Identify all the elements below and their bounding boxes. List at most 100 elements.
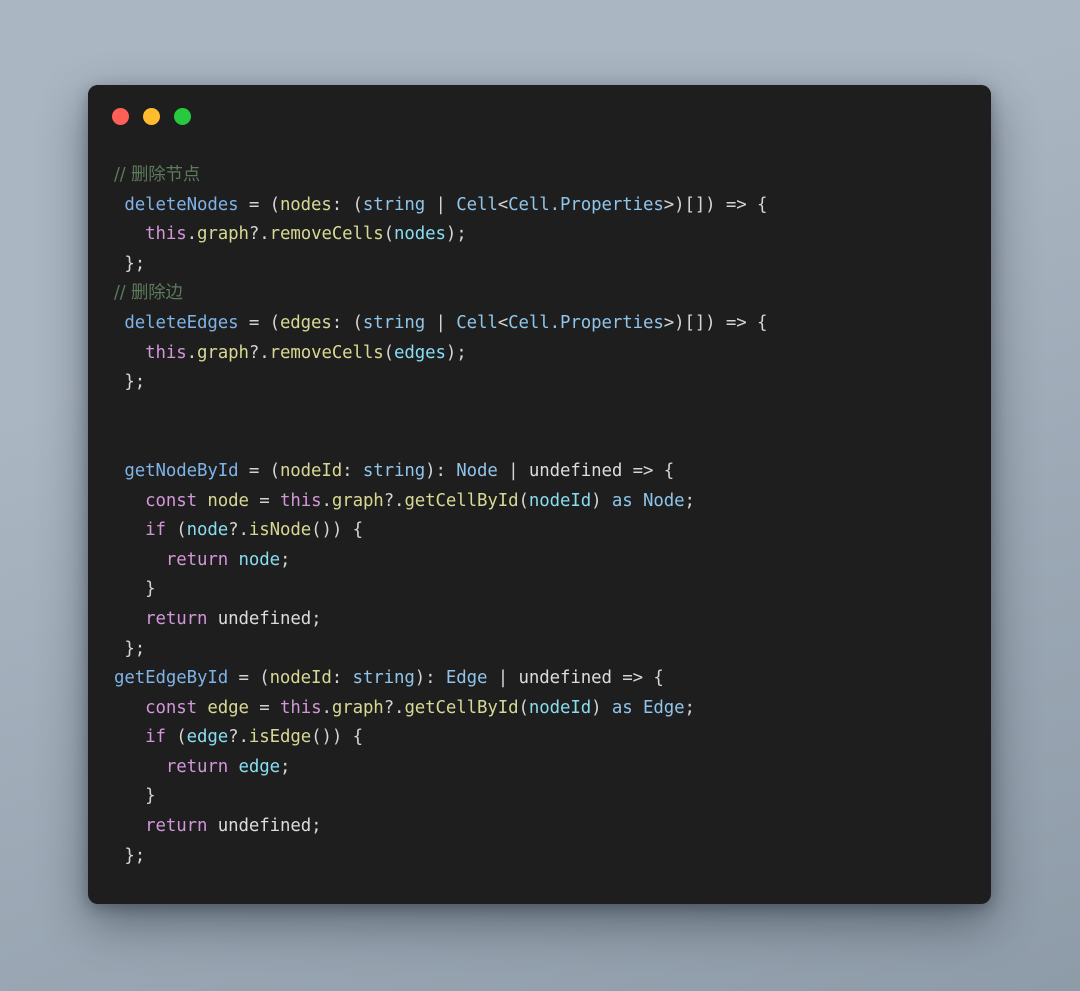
code-token: nodeId — [528, 697, 592, 718]
code-line: deleteNodes = (nodes: (string | Cell<Cel… — [88, 191, 991, 221]
code-token: graph — [331, 490, 384, 511]
code-line: const node = this.graph?.getCellById(nod… — [88, 487, 991, 517]
code-token: >)[]) => { — [663, 194, 768, 215]
code-token: ?. — [248, 342, 270, 363]
code-token: = ( — [238, 460, 280, 481]
code-token: getCellById — [404, 697, 519, 718]
code-token: string — [352, 668, 415, 689]
code-token: < — [497, 312, 509, 333]
code-token: | — [497, 460, 529, 481]
close-button-icon[interactable] — [112, 107, 129, 125]
code-token: : ( — [331, 312, 363, 333]
code-token: | — [487, 668, 519, 689]
code-token: deleteNodes — [124, 194, 239, 215]
code-line: return undefined; — [88, 605, 991, 635]
code-token: ( — [383, 342, 395, 363]
code-token: return — [165, 549, 229, 570]
code-token: . — [321, 697, 332, 718]
minimize-button-icon[interactable] — [143, 107, 160, 125]
code-token: as — [611, 697, 633, 718]
code-token: ): — [414, 668, 446, 689]
code-token: = ( — [238, 312, 280, 333]
code-token: string — [362, 194, 426, 215]
code-line: }; — [88, 250, 991, 280]
maximize-button-icon[interactable] — [174, 107, 191, 125]
code-token: edge — [186, 727, 229, 748]
code-token: if — [145, 727, 166, 748]
code-token: ) — [591, 697, 612, 718]
code-token: deleteEdges — [124, 312, 239, 333]
code-token: ?. — [248, 224, 270, 245]
code-line: deleteEdges = (edges: (string | Cell<Cel… — [88, 309, 991, 339]
code-token: ; — [684, 490, 695, 511]
code-editor[interactable]: // 删除节点 deleteNodes = (nodes: (string | … — [88, 147, 991, 871]
code-line: getNodeById = (nodeId: string): Node | u… — [88, 457, 991, 487]
code-line: this.graph?.removeCells(edges); — [88, 339, 991, 369]
code-token: => { — [611, 668, 664, 689]
code-token: nodes — [279, 194, 332, 215]
code-token: edge — [238, 756, 280, 777]
code-token: ?. — [228, 520, 249, 541]
code-token: nodeId — [279, 460, 343, 481]
code-line: if (node?.isNode()) { — [88, 516, 991, 546]
code-line: const edge = this.graph?.getCellById(nod… — [88, 694, 991, 724]
code-token: node — [207, 490, 249, 511]
code-token: }; — [114, 372, 146, 393]
code-token: undefined — [217, 608, 312, 629]
code-line: } — [88, 782, 991, 812]
code-token: nodes — [394, 224, 446, 245]
code-token: string — [362, 312, 426, 333]
code-token: const — [145, 490, 197, 511]
code-line: if (edge?.isEdge()) { — [88, 723, 991, 753]
code-token: ()) { — [311, 520, 363, 541]
code-line: }; — [88, 368, 991, 398]
code-token: this — [145, 342, 187, 363]
code-line: getEdgeById = (nodeId: string): Edge | u… — [88, 664, 991, 694]
code-token: isEdge — [248, 727, 312, 748]
code-token: : — [342, 460, 363, 481]
code-token: ?. — [383, 697, 405, 718]
code-token: ; — [279, 756, 291, 777]
code-token: . — [186, 224, 197, 245]
code-token: }; — [114, 845, 146, 866]
code-token: getCellById — [404, 490, 519, 511]
code-token: return — [145, 608, 208, 629]
code-token: undefined — [528, 460, 623, 481]
code-token: nodeId — [528, 490, 592, 511]
code-token: // 删除节点 — [114, 165, 201, 185]
code-token: Cell — [456, 194, 498, 215]
code-token: = — [248, 697, 280, 718]
code-token: ; — [279, 549, 291, 570]
code-token: getEdgeById — [114, 668, 229, 689]
code-token: Edge — [643, 697, 685, 718]
code-line: // 删除边 — [88, 279, 991, 309]
code-token: ( — [165, 520, 187, 541]
code-token: ?. — [228, 727, 249, 748]
code-token: Node — [456, 460, 498, 481]
code-token: node — [238, 549, 280, 570]
code-token: // 删除边 — [114, 283, 183, 304]
code-token: graph — [196, 342, 249, 363]
code-token: return — [165, 756, 229, 777]
code-token: < — [497, 194, 509, 215]
code-token: : — [331, 668, 353, 689]
code-token: . — [186, 342, 197, 363]
window-titlebar[interactable] — [88, 85, 991, 147]
code-token: this — [279, 490, 322, 511]
code-token: ); — [445, 342, 467, 363]
code-token: undefined — [217, 816, 312, 837]
code-token: }; — [114, 253, 146, 274]
code-token: Cell — [456, 312, 498, 333]
code-token: | — [425, 194, 457, 215]
code-token: ; — [311, 608, 322, 629]
code-token: ; — [684, 697, 695, 718]
code-window: // 删除节点 deleteNodes = (nodes: (string | … — [88, 85, 991, 904]
